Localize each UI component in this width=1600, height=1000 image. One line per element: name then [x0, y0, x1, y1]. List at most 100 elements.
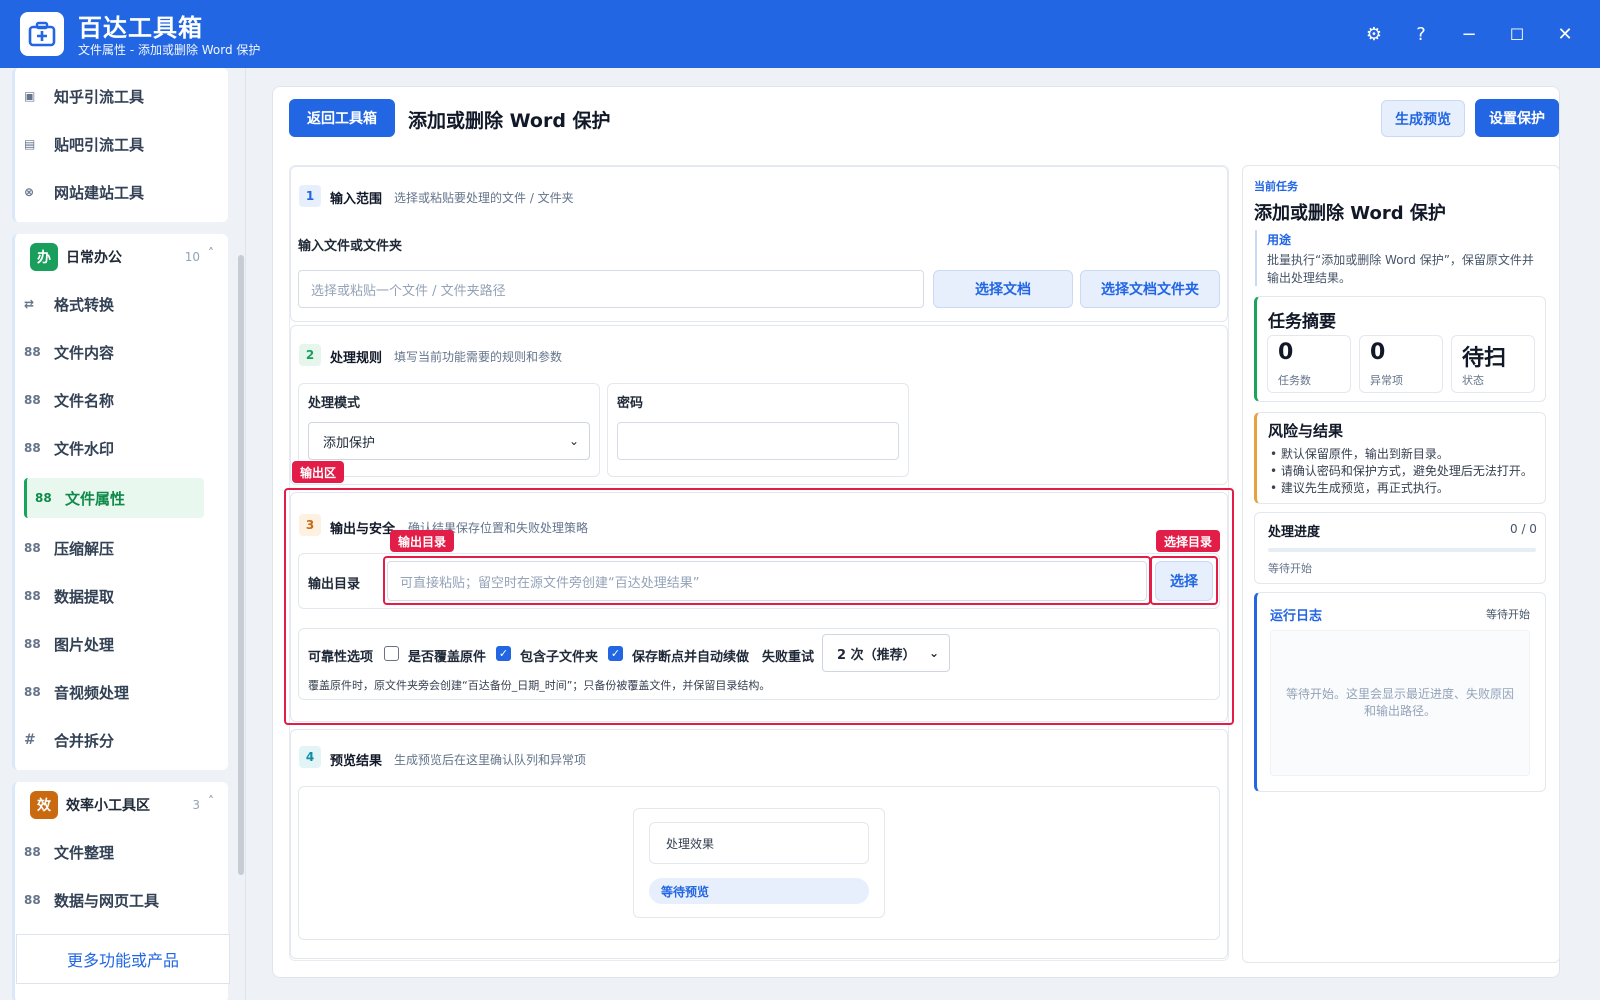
password-input[interactable]	[617, 422, 899, 460]
minimize-button[interactable]: −	[1455, 20, 1483, 48]
grid-icon: 88	[24, 393, 41, 407]
risk-title: 风险与结果	[1268, 422, 1344, 440]
more-products-button[interactable]: 更多功能或产品	[16, 934, 230, 984]
section-title: 处理规则	[330, 351, 383, 366]
sidebar-item-zhihu[interactable]: ▣ 知乎引流工具	[24, 76, 194, 116]
sidebar-item-label: 格式转换	[54, 295, 115, 314]
back-to-toolbox-button[interactable]: 返回工具箱	[289, 99, 395, 137]
section-desc: 选择或粘贴要处理的文件 / 文件夹	[394, 191, 574, 205]
sidebar-item-label: 数据与网页工具	[54, 891, 160, 910]
sidebar-item-label: 知乎引流工具	[54, 87, 145, 106]
progress-title: 处理进度	[1268, 525, 1321, 540]
choose-document-button[interactable]: 选择文档	[933, 270, 1073, 308]
stat-label: 异常项	[1370, 374, 1403, 387]
stat-status: 待扫 状态	[1451, 335, 1535, 393]
sidebar-scrollbar[interactable]	[238, 255, 244, 875]
section-desc: 生成预览后在这里确认队列和异常项	[394, 753, 587, 767]
toolbox-icon	[20, 12, 64, 56]
sidebar-item-web[interactable]: 88 数据与网页工具	[24, 880, 194, 920]
sidebar-item-name[interactable]: 88 文件名称	[24, 380, 194, 420]
sidebar-item-properties[interactable]: 88 文件属性	[24, 478, 204, 518]
sidebar-item-label: 网站建站工具	[54, 183, 145, 202]
settings-icon[interactable]: ⚙	[1360, 20, 1388, 48]
grid-icon: 88	[24, 893, 41, 907]
effect-box: 处理效果	[649, 822, 869, 864]
section-desc: 填写当前功能需要的规则和参数	[394, 350, 563, 364]
stat-label: 状态	[1462, 374, 1484, 387]
choose-folder-button[interactable]: 选择文档文件夹	[1080, 270, 1220, 308]
progress-track	[1268, 548, 1536, 552]
output-area-highlight	[284, 488, 1234, 725]
group-count: 3	[192, 798, 200, 812]
use-accent-bar	[1255, 230, 1257, 286]
stat-errors: 0 异常项	[1359, 335, 1443, 393]
output-dir-tag: 输出目录	[390, 530, 455, 552]
mode-select[interactable]: 添加保护 ⌄	[308, 422, 590, 460]
choose-dir-tag: 选择目录	[1156, 530, 1221, 552]
page-title: 添加或删除 Word 保护	[408, 110, 611, 132]
mode-label: 处理模式	[308, 396, 361, 411]
sidebar-item-extract[interactable]: 88 数据提取	[24, 576, 194, 616]
sidebar-item-label: 合并拆分	[54, 731, 115, 750]
sidebar-item-label: 文件整理	[54, 843, 115, 862]
sidebar-item-watermark[interactable]: 88 文件水印	[24, 428, 194, 468]
stat-label: 任务数	[1278, 374, 1311, 387]
task-title: 添加或删除 Word 保护	[1254, 203, 1446, 224]
sidebar-item-label: 文件属性	[65, 489, 126, 508]
risk-item: • 默认保留原件，输出到新目录。	[1270, 447, 1449, 461]
input-path-field[interactable]: 选择或粘贴一个文件 / 文件夹路径	[298, 270, 924, 308]
group-title: 日常办公	[66, 250, 122, 266]
mode-value: 添加保护	[323, 435, 376, 451]
choose-dir-highlight	[1150, 556, 1218, 605]
group-header-efficiency[interactable]: 效 效率小工具区 3 ˄	[12, 782, 228, 828]
stat-value: 0	[1370, 340, 1386, 365]
risk-item: • 请确认密码和保护方式，避免处理后无法打开。	[1270, 464, 1533, 478]
stat-value: 待扫	[1462, 346, 1507, 371]
step-number: 4	[299, 746, 321, 768]
risk-text: 请确认密码和保护方式，避免处理后无法打开。	[1280, 464, 1533, 478]
sidebar-item-label: 文件内容	[54, 343, 115, 362]
sidebar-item-content[interactable]: 88 文件内容	[24, 332, 194, 372]
use-text: 批量执行“添加或删除 Word 保护”，保留原文件并输出处理结果。	[1267, 253, 1534, 285]
sidebar-item-compress[interactable]: 88 压缩解压	[24, 528, 194, 568]
sidebar-item-label: 音视频处理	[54, 683, 130, 702]
maximize-button[interactable]: ☐	[1503, 20, 1531, 48]
sidebar-item-tieba[interactable]: ▤ 贴吧引流工具	[24, 124, 194, 164]
grid-icon: 88	[24, 685, 41, 699]
close-button[interactable]: ✕	[1551, 20, 1579, 48]
sidebar-item-website[interactable]: ⊗ 网站建站工具	[24, 172, 194, 212]
help-icon[interactable]: ?	[1407, 20, 1435, 48]
office-badge-icon: 办	[30, 243, 58, 271]
generate-preview-button[interactable]: 生成预览	[1381, 100, 1465, 137]
current-task-kicker: 当前任务	[1254, 180, 1298, 193]
log-status: 等待开始	[1486, 608, 1530, 621]
collapse-caret-icon[interactable]: ˄	[208, 246, 214, 260]
collapse-caret-icon[interactable]: ˄	[208, 794, 214, 808]
grid-icon: 88	[35, 491, 52, 505]
chevron-down-icon: ⌄	[568, 434, 579, 448]
log-content: 等待开始。这里会显示最近进度、失败原因和输出路径。	[1270, 630, 1530, 776]
section-title: 预览结果	[330, 754, 383, 769]
sidebar-item-image[interactable]: 88 图片处理	[24, 624, 194, 664]
risk-text: 默认保留原件，输出到新目录。	[1280, 447, 1449, 461]
sidebar: ▣ 知乎引流工具 ▤ 贴吧引流工具 ⊗ 网站建站工具 办 日常办公 10 ˄ ⇄ 格式转…	[0, 68, 246, 1000]
sidebar-item-format[interactable]: ⇄ 格式转换	[24, 284, 194, 324]
tool-icon: ▤	[24, 137, 36, 151]
stat-value: 0	[1278, 340, 1294, 365]
output-dir-highlight	[383, 556, 1151, 605]
efficiency-badge-icon: 效	[30, 791, 58, 819]
sidebar-item-media[interactable]: 88 音视频处理	[24, 672, 194, 712]
grid-icon: 88	[24, 345, 41, 359]
summary-title: 任务摘要	[1268, 312, 1336, 332]
grid-icon: 88	[24, 441, 41, 455]
password-label: 密码	[617, 396, 644, 411]
sidebar-item-merge[interactable]: # 合并拆分	[24, 720, 194, 760]
app-title: 百达工具箱	[78, 14, 203, 42]
stat-tasks: 0 任务数	[1267, 335, 1351, 393]
log-title: 运行日志	[1270, 609, 1323, 624]
use-label: 用途	[1267, 233, 1292, 247]
sidebar-item-label: 文件名称	[54, 391, 115, 410]
group-header-office[interactable]: 办 日常办公 10 ˄	[12, 234, 228, 280]
sidebar-item-organize[interactable]: 88 文件整理	[24, 832, 194, 872]
set-protection-button[interactable]: 设置保护	[1475, 99, 1559, 137]
